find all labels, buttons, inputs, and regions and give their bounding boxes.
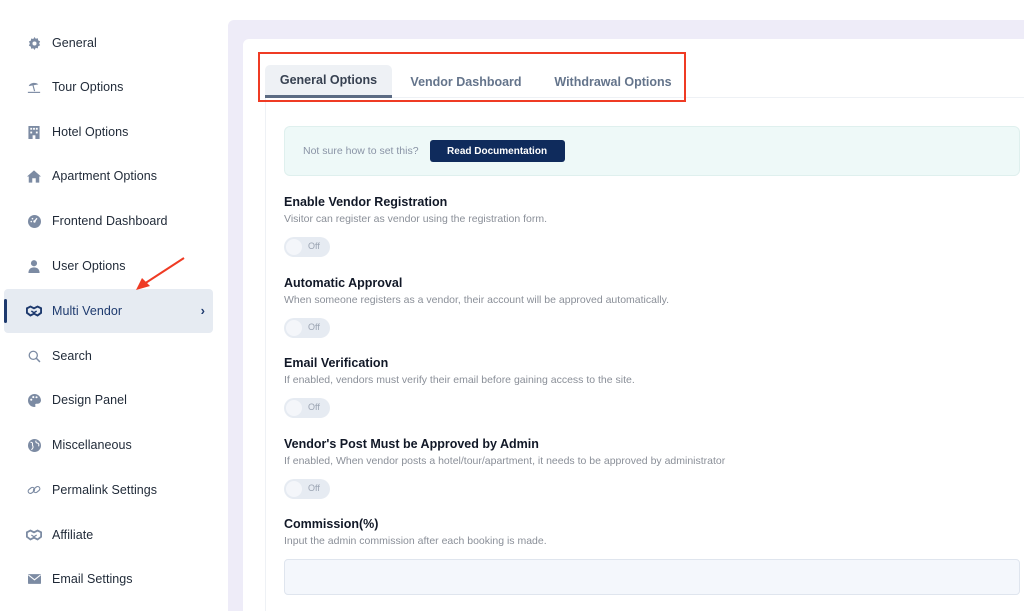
field-title: Automatic Approval xyxy=(284,276,403,290)
sidebar-item-label: Search xyxy=(52,349,92,363)
dashboard-gauge-icon xyxy=(26,213,42,229)
sidebar-item-hotel-options[interactable]: Hotel Options xyxy=(4,110,213,154)
field-email-verification: Email Verification If enabled, vendors m… xyxy=(284,356,635,418)
toggle-state-label: Off xyxy=(308,402,320,412)
commission-input[interactable] xyxy=(284,559,1020,595)
link-icon xyxy=(26,482,42,498)
sidebar-item-label: General xyxy=(52,36,97,50)
field-description: Input the admin commission after each bo… xyxy=(284,535,547,547)
field-title: Enable Vendor Registration xyxy=(284,195,448,209)
sidebar-item-label: Hotel Options xyxy=(52,125,129,139)
vendor-post-approval-toggle[interactable]: Off xyxy=(284,479,330,499)
automatic-approval-toggle[interactable]: Off xyxy=(284,318,330,338)
hotel-building-icon xyxy=(26,124,42,140)
sidebar-item-apartment-options[interactable]: Apartment Options xyxy=(4,154,213,198)
sidebar-item-label: Tour Options xyxy=(52,80,124,94)
toggle-knob xyxy=(286,320,302,336)
field-description: If enabled, When vendor posts a hotel/to… xyxy=(284,455,726,467)
house-icon xyxy=(26,168,42,184)
search-icon xyxy=(26,348,42,364)
chevron-right-icon: › xyxy=(200,303,205,318)
content-border xyxy=(265,98,266,611)
sidebar-item-label: Permalink Settings xyxy=(52,483,158,497)
field-description: Visitor can register as vendor using the… xyxy=(284,213,548,225)
handshake-icon xyxy=(26,303,42,319)
sidebar-item-label: Apartment Options xyxy=(52,169,158,183)
field-title: Email Verification xyxy=(284,356,389,370)
toggle-state-label: Off xyxy=(308,483,320,493)
settings-tabs: General Options Vendor Dashboard Withdra… xyxy=(265,65,686,98)
sidebar-item-search[interactable]: Search xyxy=(4,334,213,378)
user-icon xyxy=(26,258,42,274)
field-title: Vendor's Post Must be Approved by Admin xyxy=(284,437,539,451)
sidebar-item-label: User Options xyxy=(52,259,126,273)
field-vendor-post-approval: Vendor's Post Must be Approved by Admin … xyxy=(284,437,725,499)
gear-icon xyxy=(26,35,42,51)
sidebar-item-label: Email Settings xyxy=(52,572,133,586)
sidebar-item-user-options[interactable]: User Options xyxy=(4,244,213,288)
beach-umbrella-icon xyxy=(26,79,42,95)
sidebar-item-label: Miscellaneous xyxy=(52,438,132,452)
field-description: If enabled, vendors must verify their em… xyxy=(284,374,635,386)
tab-vendor-dashboard[interactable]: Vendor Dashboard xyxy=(392,65,540,98)
field-commission: Commission(%) Input the admin commission… xyxy=(284,517,547,547)
palette-icon xyxy=(26,392,42,408)
sidebar-item-permalink-settings[interactable]: Permalink Settings xyxy=(4,468,213,512)
sidebar-item-general[interactable]: General xyxy=(4,21,213,65)
toggle-knob xyxy=(286,239,302,255)
field-description: When someone registers as a vendor, thei… xyxy=(284,294,670,306)
sidebar-item-label: Multi Vendor xyxy=(52,304,123,318)
field-title: Commission(%) xyxy=(284,517,379,531)
sidebar-item-multi-vendor[interactable]: Multi Vendor › xyxy=(4,289,213,333)
sidebar-item-email-settings[interactable]: Email Settings xyxy=(4,557,213,601)
globe-icon xyxy=(26,437,42,453)
sidebar-item-label: Affiliate xyxy=(52,528,94,542)
sidebar-item-miscellaneous[interactable]: Miscellaneous xyxy=(4,423,213,467)
read-documentation-button[interactable]: Read Documentation xyxy=(429,140,565,162)
email-verification-toggle[interactable]: Off xyxy=(284,398,330,418)
sidebar-item-label: Frontend Dashboard xyxy=(52,214,168,228)
toggle-state-label: Off xyxy=(308,322,320,332)
app-root: General Tour Options Hotel Options Apart… xyxy=(0,0,1024,611)
sidebar-item-label: Design Panel xyxy=(52,393,127,407)
sidebar-item-affiliate[interactable]: Affiliate xyxy=(4,513,213,557)
tab-withdrawal-options[interactable]: Withdrawal Options xyxy=(540,65,686,98)
toggle-knob xyxy=(286,400,302,416)
field-automatic-approval: Automatic Approval When someone register… xyxy=(284,276,669,338)
toggle-state-label: Off xyxy=(308,241,320,251)
handshake-icon xyxy=(26,527,42,543)
envelope-icon xyxy=(26,571,42,587)
tab-general-options[interactable]: General Options xyxy=(265,65,392,98)
enable-vendor-registration-toggle[interactable]: Off xyxy=(284,237,330,257)
settings-sidebar: General Tour Options Hotel Options Apart… xyxy=(0,0,228,611)
sidebar-item-design-panel[interactable]: Design Panel xyxy=(4,378,213,422)
tab-divider xyxy=(392,97,1024,98)
sidebar-item-tour-options[interactable]: Tour Options xyxy=(4,65,213,109)
documentation-notice: Not sure how to set this? Read Documenta… xyxy=(284,126,1020,176)
active-indicator xyxy=(4,299,7,323)
sidebar-item-frontend-dashboard[interactable]: Frontend Dashboard xyxy=(4,199,213,243)
toggle-knob xyxy=(286,481,302,497)
field-enable-vendor-registration: Enable Vendor Registration Visitor can r… xyxy=(284,195,547,257)
documentation-notice-text: Not sure how to set this? xyxy=(303,145,419,157)
